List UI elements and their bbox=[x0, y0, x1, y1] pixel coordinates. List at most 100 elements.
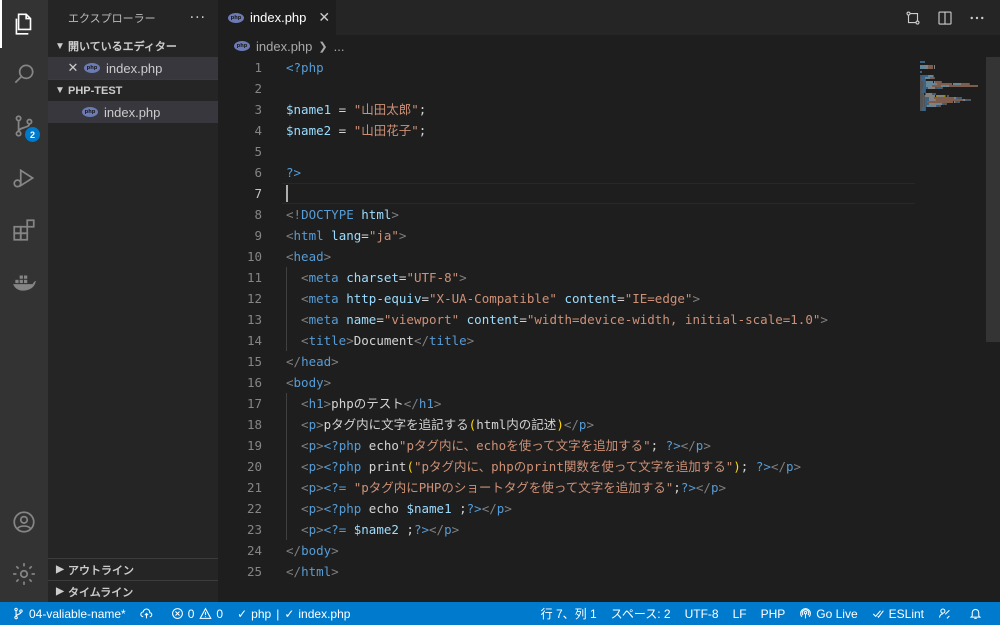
code-token: > bbox=[316, 522, 324, 537]
line-number: 21 bbox=[246, 480, 262, 495]
code-line[interactable]: 7 bbox=[218, 183, 918, 204]
file-tree-item[interactable]: php index.php bbox=[48, 101, 218, 123]
code-line[interactable]: 21 <p><?= "pタグ内にPHPのショートタグを使って文字を追加する";?… bbox=[218, 477, 918, 498]
code-line[interactable]: 1 <?php bbox=[218, 57, 918, 78]
split-editor-icon[interactable] bbox=[936, 9, 954, 27]
code-line[interactable]: 2 bbox=[218, 78, 918, 99]
cloud-upload-icon bbox=[140, 608, 153, 619]
open-editors-label: 開いているエディター bbox=[68, 41, 177, 53]
open-changes-icon[interactable] bbox=[904, 9, 922, 27]
breadcrumb-file[interactable]: index.php bbox=[256, 39, 312, 54]
code-token: head bbox=[301, 354, 332, 369]
branch-item[interactable]: 04-valiable-name* bbox=[0, 602, 133, 625]
more-icon[interactable] bbox=[968, 9, 986, 27]
line-number: 9 bbox=[254, 228, 262, 243]
open-editor-item[interactable]: ✕ php index.php bbox=[48, 57, 218, 79]
language-mode[interactable]: PHP bbox=[754, 602, 793, 625]
code-token: "pタグ内に、echoを使って文字を追加する" bbox=[398, 438, 651, 453]
code-line[interactable]: 6 ?> bbox=[218, 162, 918, 183]
code-line[interactable]: 11 <meta charset="UTF-8"> bbox=[218, 267, 918, 288]
code-token: <?php bbox=[323, 501, 362, 516]
end-of-line[interactable]: LF bbox=[726, 602, 754, 625]
code-line[interactable]: 3 $name1 = "山田太郎"; bbox=[218, 99, 918, 120]
code-line[interactable]: 19 <p><?php echo"pタグ内に、echoを使って文字を追加する";… bbox=[218, 435, 918, 456]
go-live-item[interactable]: Go Live bbox=[792, 602, 864, 625]
minimap-token bbox=[933, 77, 935, 79]
code-line[interactable]: 4 $name2 = "山田花子"; bbox=[218, 120, 918, 141]
code-token: < bbox=[286, 291, 309, 306]
code-line[interactable]: 25 </html> bbox=[218, 561, 918, 582]
timeline-section[interactable]: ▶ タイムライン bbox=[48, 580, 218, 602]
activity-bar: 2 bbox=[0, 0, 48, 602]
cursor-position[interactable]: 行 7、列 1 bbox=[534, 602, 604, 625]
code-editor[interactable]: 1 <?php 2 3 $name1 = "山田太郎"; 4 $name2 = "山田花子"… bbox=[218, 57, 1000, 602]
code-token: ; bbox=[418, 102, 427, 117]
close-icon[interactable]: ✕ bbox=[66, 60, 80, 76]
breadcrumb-more[interactable]: ... bbox=[334, 39, 345, 54]
code-token: < bbox=[286, 480, 309, 495]
sync-item[interactable] bbox=[133, 602, 164, 625]
timeline-label: タイムライン bbox=[68, 586, 134, 599]
code-line[interactable]: 18 <p>pタグ内に文字を追記する(html内の記述)</p> bbox=[218, 414, 918, 435]
code-line[interactable]: 17 <h1>phpのテスト</h1> bbox=[218, 393, 918, 414]
code-token: </ bbox=[770, 459, 786, 474]
code-token: ?> bbox=[466, 501, 482, 516]
code-token: Document bbox=[353, 333, 414, 348]
code-line[interactable]: 16 <body> bbox=[218, 372, 918, 393]
minimap-token bbox=[946, 103, 948, 105]
source-control-icon[interactable]: 2 bbox=[0, 102, 48, 150]
code-token: html bbox=[293, 228, 324, 243]
eslint-item[interactable]: ESLint bbox=[865, 602, 931, 625]
minimap[interactable] bbox=[916, 57, 986, 602]
code-line[interactable]: 20 <p><?php print("pタグ内に、phpのprint関数を使って… bbox=[218, 456, 918, 477]
code-line[interactable]: 8 <!DOCTYPE html> bbox=[218, 204, 918, 225]
code-token: </ bbox=[680, 438, 696, 453]
extensions-icon[interactable] bbox=[0, 206, 48, 254]
code-line[interactable]: 24 </body> bbox=[218, 540, 918, 561]
check-icon: ✓ bbox=[237, 606, 248, 621]
code-token: = bbox=[331, 123, 354, 138]
code-line[interactable]: 10 <head> bbox=[218, 246, 918, 267]
vertical-scrollbar[interactable] bbox=[986, 57, 1000, 342]
open-editors-section[interactable]: ▼ 開いているエディター bbox=[48, 35, 218, 57]
gear-icon[interactable] bbox=[0, 550, 48, 598]
run-debug-icon[interactable] bbox=[0, 154, 48, 202]
code-token: > bbox=[331, 354, 339, 369]
code-token: </ bbox=[286, 543, 302, 558]
code-line[interactable]: 23 <p><?= $name2 ;?></p> bbox=[218, 519, 918, 540]
line-code: ?> bbox=[286, 162, 301, 183]
code-line[interactable]: 13 <meta name="viewport" content="width=… bbox=[218, 309, 918, 330]
explorer-icon[interactable] bbox=[0, 0, 48, 48]
code-token: = bbox=[376, 312, 384, 327]
problems-item[interactable]: 0 0 bbox=[164, 602, 230, 625]
code-token: > bbox=[451, 522, 460, 537]
chevron-right-icon: ❯ bbox=[318, 40, 328, 53]
encoding[interactable]: UTF-8 bbox=[678, 602, 726, 625]
close-icon[interactable]: ✕ bbox=[318, 9, 330, 26]
php-file-icon: php bbox=[82, 107, 98, 117]
more-actions-icon[interactable]: ··· bbox=[190, 10, 206, 26]
chevron-down-icon: ▼ bbox=[55, 85, 65, 96]
php-validation-item[interactable]: ✓ php | ✓ index.php bbox=[230, 602, 357, 625]
code-line[interactable]: 15 </head> bbox=[218, 351, 918, 372]
code-token: "viewport" bbox=[383, 312, 460, 327]
code-line[interactable]: 14 <title>Document</title> bbox=[218, 330, 918, 351]
tab-index-php[interactable]: php index.php ✕ bbox=[218, 0, 336, 35]
line-number: 18 bbox=[246, 417, 262, 432]
code-token: ; bbox=[740, 459, 756, 474]
account-icon[interactable] bbox=[0, 498, 48, 546]
indentation[interactable]: スペース: 2 bbox=[604, 602, 678, 625]
notifications-item[interactable] bbox=[962, 602, 1000, 625]
code-line[interactable]: 5 bbox=[218, 141, 918, 162]
code-token: > bbox=[433, 396, 442, 411]
code-line[interactable]: 12 <meta http-equiv="X-UA-Compatible" co… bbox=[218, 288, 918, 309]
code-line[interactable]: 9 <html lang="ja"> bbox=[218, 225, 918, 246]
feedback-item[interactable] bbox=[931, 602, 962, 625]
code-token: > bbox=[398, 228, 407, 243]
code-token: "width=device-width, initial-scale=1.0" bbox=[526, 312, 821, 327]
folder-section[interactable]: ▼ PHP-TEST bbox=[48, 79, 218, 101]
search-icon[interactable] bbox=[0, 50, 48, 98]
docker-icon[interactable] bbox=[0, 258, 48, 306]
outline-section[interactable]: ▶ アウトライン bbox=[48, 558, 218, 580]
code-line[interactable]: 22 <p><?php echo $name1 ;?></p> bbox=[218, 498, 918, 519]
